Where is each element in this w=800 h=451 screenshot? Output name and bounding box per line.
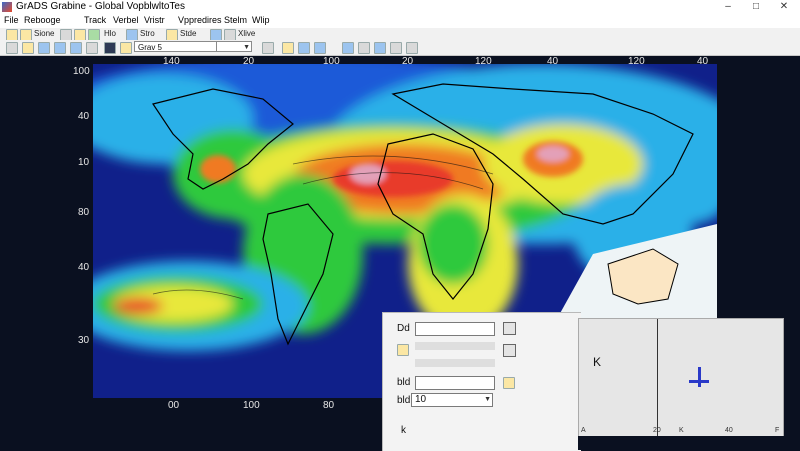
menu-verbel[interactable]: Verbel — [113, 15, 139, 25]
window-title: GrADS Grabine - Global VopblwltoTes — [16, 1, 185, 12]
print-icon[interactable] — [54, 42, 66, 54]
left-tick: 10 — [78, 157, 90, 168]
value-select[interactable]: 10 ▼ — [411, 393, 493, 407]
folder-icon[interactable] — [503, 377, 515, 389]
layers-icon[interactable] — [314, 42, 326, 54]
left-tick: 30 — [78, 335, 90, 346]
menu-file[interactable]: File — [4, 15, 19, 25]
value-select-text: 10 — [415, 394, 427, 405]
pan-icon[interactable] — [86, 42, 98, 54]
toolbar-label-xlive[interactable]: Xlive — [238, 29, 255, 38]
left-tick: 40 — [78, 111, 90, 122]
table-icon[interactable] — [358, 42, 370, 54]
menu-rebooge[interactable]: Rebooge — [24, 15, 61, 25]
dialog-input-2[interactable] — [415, 376, 495, 390]
menu-track[interactable]: Track — [84, 15, 106, 25]
dialog-strip-2 — [415, 359, 495, 367]
maximize-icon[interactable]: □ — [742, 0, 770, 14]
menu-vristr[interactable]: Vristr — [144, 15, 165, 25]
dialog-option-icon[interactable] — [503, 344, 516, 357]
dialog-label-2: bld — [397, 377, 411, 388]
cursor-icon[interactable] — [104, 42, 116, 54]
dialog-browse-icon[interactable] — [503, 322, 516, 335]
bottom-tick: 00 — [168, 400, 180, 411]
chart-icon[interactable] — [374, 42, 386, 54]
chevron-down-icon: ▼ — [243, 44, 250, 51]
panel-tick: 20 — [653, 427, 661, 434]
variable-select-value: Grav 5 — [138, 43, 163, 52]
title-bar: GrADS Grabine - Global VopblwltoTes – □ … — [0, 0, 800, 14]
refresh-icon[interactable] — [262, 42, 274, 54]
animate-icon[interactable] — [342, 42, 354, 54]
menu-wlip[interactable]: Wlip — [252, 15, 270, 25]
left-tick: 100 — [73, 66, 90, 77]
level-select[interactable]: ▼ — [216, 41, 252, 52]
close-icon[interactable]: ✕ — [770, 0, 798, 14]
menu-stelm[interactable]: Stelm — [224, 15, 247, 25]
menu-vppredires[interactable]: Vppredires — [178, 15, 222, 25]
crosshair-icon[interactable] — [689, 367, 709, 387]
save-icon[interactable] — [38, 42, 50, 54]
dialog-label-1: Dd — [397, 323, 410, 334]
panel-tick: F — [775, 427, 780, 434]
toolbar-label-sione[interactable]: Sione — [34, 29, 54, 38]
toolbar-label-hlo[interactable]: Hlo — [104, 29, 116, 38]
pencil-icon[interactable] — [120, 42, 132, 54]
toolbar-row-1: Sione Hlo Stro Stde Xlive — [0, 28, 800, 41]
dialog-input-1[interactable] — [415, 322, 495, 336]
profile-panel: K A 20 K 40 F — [578, 318, 784, 438]
minimize-icon[interactable]: – — [714, 0, 742, 14]
export-icon[interactable] — [390, 42, 402, 54]
highlight-icon[interactable] — [282, 42, 294, 54]
pencil-icon[interactable] — [397, 344, 409, 356]
dialog-strip-1 — [415, 342, 495, 350]
left-tick: 40 — [78, 262, 90, 273]
menu-bar: File Rebooge Track Verbel Vristr Vppredi… — [0, 14, 800, 28]
toolbar-label-stde[interactable]: Stde — [180, 29, 196, 38]
help-icon[interactable] — [406, 42, 418, 54]
panel-tick: K — [679, 427, 684, 434]
dialog-label-3: bld — [397, 395, 411, 406]
panel-divider — [657, 319, 658, 437]
new-file-icon[interactable] — [6, 42, 18, 54]
app-icon — [2, 2, 12, 12]
bottom-tick: 100 — [243, 400, 260, 411]
panel-label: K — [593, 355, 602, 369]
settings-dialog: Dd bld bld 10 ▼ k — [382, 312, 581, 451]
dialog-label-4: k — [401, 425, 406, 436]
panel-footer — [578, 436, 800, 450]
chevron-down-icon: ▼ — [484, 396, 491, 403]
open-folder-icon[interactable] — [22, 42, 34, 54]
zoom-icon[interactable] — [70, 42, 82, 54]
panel-tick: A — [581, 427, 586, 434]
bottom-tick: 80 — [323, 400, 335, 411]
toolbar-row-2: Grav 5 ▼ — [0, 40, 800, 56]
left-tick: 80 — [78, 207, 90, 218]
panel-tick: 40 — [725, 427, 733, 434]
toolbar-label-stro[interactable]: Stro — [140, 29, 155, 38]
globe-icon[interactable] — [298, 42, 310, 54]
